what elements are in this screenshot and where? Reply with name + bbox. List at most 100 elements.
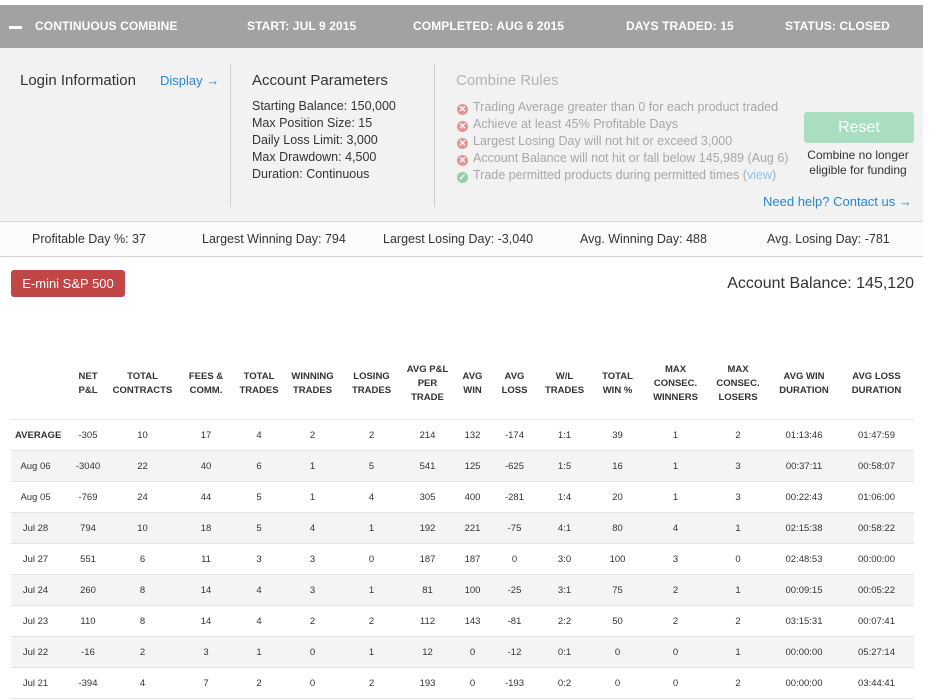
table-cell: 02:15:38 [769, 512, 839, 544]
max-drawdown: Max Drawdown: 4,500 [252, 150, 377, 164]
table-cell: 3 [235, 543, 283, 575]
table-cell: 18 [177, 512, 235, 544]
table-cell: -16 [68, 636, 108, 668]
table-cell: 1 [235, 636, 283, 668]
table-cell: 0 [342, 543, 401, 575]
table-cell: 1 [283, 481, 342, 513]
table-cell: 1 [342, 574, 401, 606]
table-cell: 00:00:00 [839, 543, 914, 575]
table-cell: 75 [591, 574, 644, 606]
table-cell: 40 [177, 450, 235, 482]
table-cell: 2 [707, 667, 769, 699]
table-cell: 3:0 [538, 543, 591, 575]
table-cell: 132 [454, 419, 491, 451]
table-cell: 1 [283, 450, 342, 482]
table-cell: 4 [342, 481, 401, 513]
display-link[interactable]: Display → [160, 73, 219, 88]
table-cell: 39 [591, 419, 644, 451]
duration: Duration: Continuous [252, 167, 370, 181]
table-cell: 2 [283, 605, 342, 637]
contact-help-link[interactable]: Need help? Contact us → [763, 194, 912, 209]
table-cell: 100 [454, 574, 491, 606]
table-cell: 00:05:22 [839, 574, 914, 606]
table-cell: 20 [591, 481, 644, 513]
table-cell: 2 [644, 605, 707, 637]
table-cell: 24 [108, 481, 177, 513]
product-tab-emini-sp500[interactable]: E-mini S&P 500 [11, 270, 125, 297]
table-row: Jul 23 110 8 14 4 2 2 112 143 -81 2:2 50 2 2 03:15:31 0… [11, 605, 914, 637]
table-cell: 1 [644, 450, 707, 482]
table-cell: 3:1 [538, 574, 591, 606]
table-cell: 1:5 [538, 450, 591, 482]
table-cell: 0 [454, 667, 491, 699]
reset-button[interactable]: Reset [804, 112, 914, 143]
table-row: Jul 24 260 8 14 4 3 1 81 100 -25 3:1 75 2 1 00:09:15 00… [11, 574, 914, 606]
view-link[interactable]: view [747, 168, 772, 182]
table-cell: 16 [591, 450, 644, 482]
column-header [11, 348, 68, 420]
column-header: AVG WIN DURATION [769, 348, 839, 420]
table-cell: 0:2 [538, 667, 591, 699]
account-balance: Account Balance: 145,120 [727, 275, 914, 292]
table-cell: 4:1 [538, 512, 591, 544]
table-cell: 5 [235, 512, 283, 544]
table-cell: 1:4 [538, 481, 591, 513]
table-cell: 794 [68, 512, 108, 544]
table-cell: 4 [283, 512, 342, 544]
combine-rules-title: Combine Rules [456, 72, 559, 89]
row-label-cell: Jul 27 [11, 543, 68, 575]
table-cell: 11 [177, 543, 235, 575]
table-cell: 541 [401, 450, 454, 482]
table-cell: 110 [68, 605, 108, 637]
table-cell: 2 [707, 605, 769, 637]
avg-winning-day: Avg. Winning Day: 488 [580, 232, 707, 246]
table-cell: 6 [235, 450, 283, 482]
table-cell: 4 [235, 419, 283, 451]
table-cell: 0 [491, 543, 538, 575]
fail-x-icon: ✕ [457, 155, 468, 166]
table-row: Aug 05 -769 24 44 5 1 4 305 400 -281 1:4 20 1 3 00:22:… [11, 481, 914, 513]
table-cell: 2 [342, 419, 401, 451]
table-cell: -174 [491, 419, 538, 451]
column-header: W/L TRADES [538, 348, 591, 420]
max-position-size: Max Position Size: 15 [252, 116, 373, 130]
completed-date: COMPLETED: AUG 6 2015 [413, 19, 565, 33]
table-row: Jul 21 -394 4 7 2 0 2 193 0 -193 0:2 0 0 2 00:00:00 03:… [11, 667, 914, 699]
table-cell: -281 [491, 481, 538, 513]
table-cell: 1 [707, 574, 769, 606]
table-cell: -193 [491, 667, 538, 699]
column-header: AVG P&L PER TRADE [401, 348, 454, 420]
table-cell: 0 [283, 636, 342, 668]
largest-winning-day: Largest Winning Day: 794 [202, 232, 346, 246]
table-cell: 5 [235, 481, 283, 513]
table-cell: 8 [108, 605, 177, 637]
daily-stats-table: NET P&L TOTAL CONTRACTS FEES & COMM. TOTAL … [11, 348, 914, 699]
table-cell: 6 [108, 543, 177, 575]
table-cell: 1 [707, 636, 769, 668]
table-cell: 0 [644, 667, 707, 699]
fail-x-icon: ✕ [457, 138, 468, 149]
column-header: LOSING TRADES [342, 348, 401, 420]
table-cell: 2 [644, 574, 707, 606]
column-header: AVG LOSS [491, 348, 538, 420]
table-cell: 2 [235, 667, 283, 699]
table-cell: 4 [235, 574, 283, 606]
collapse-minus-icon[interactable] [9, 26, 22, 29]
table-cell: 2:2 [538, 605, 591, 637]
account-parameters-title: Account Parameters [252, 72, 388, 89]
table-cell: 00:22:43 [769, 481, 839, 513]
table-cell: 1 [644, 481, 707, 513]
table-cell: 0 [591, 667, 644, 699]
fail-x-icon: ✕ [457, 121, 468, 132]
table-cell: 4 [644, 512, 707, 544]
table-cell: 5 [342, 450, 401, 482]
table-cell: -75 [491, 512, 538, 544]
column-header: AVG WIN [454, 348, 491, 420]
table-cell: 100 [591, 543, 644, 575]
table-cell: 1 [644, 419, 707, 451]
table-cell: 187 [454, 543, 491, 575]
starting-balance: Starting Balance: 150,000 [252, 99, 396, 113]
table-cell: 1 [342, 636, 401, 668]
table-cell: 8 [108, 574, 177, 606]
table-cell: 3 [644, 543, 707, 575]
